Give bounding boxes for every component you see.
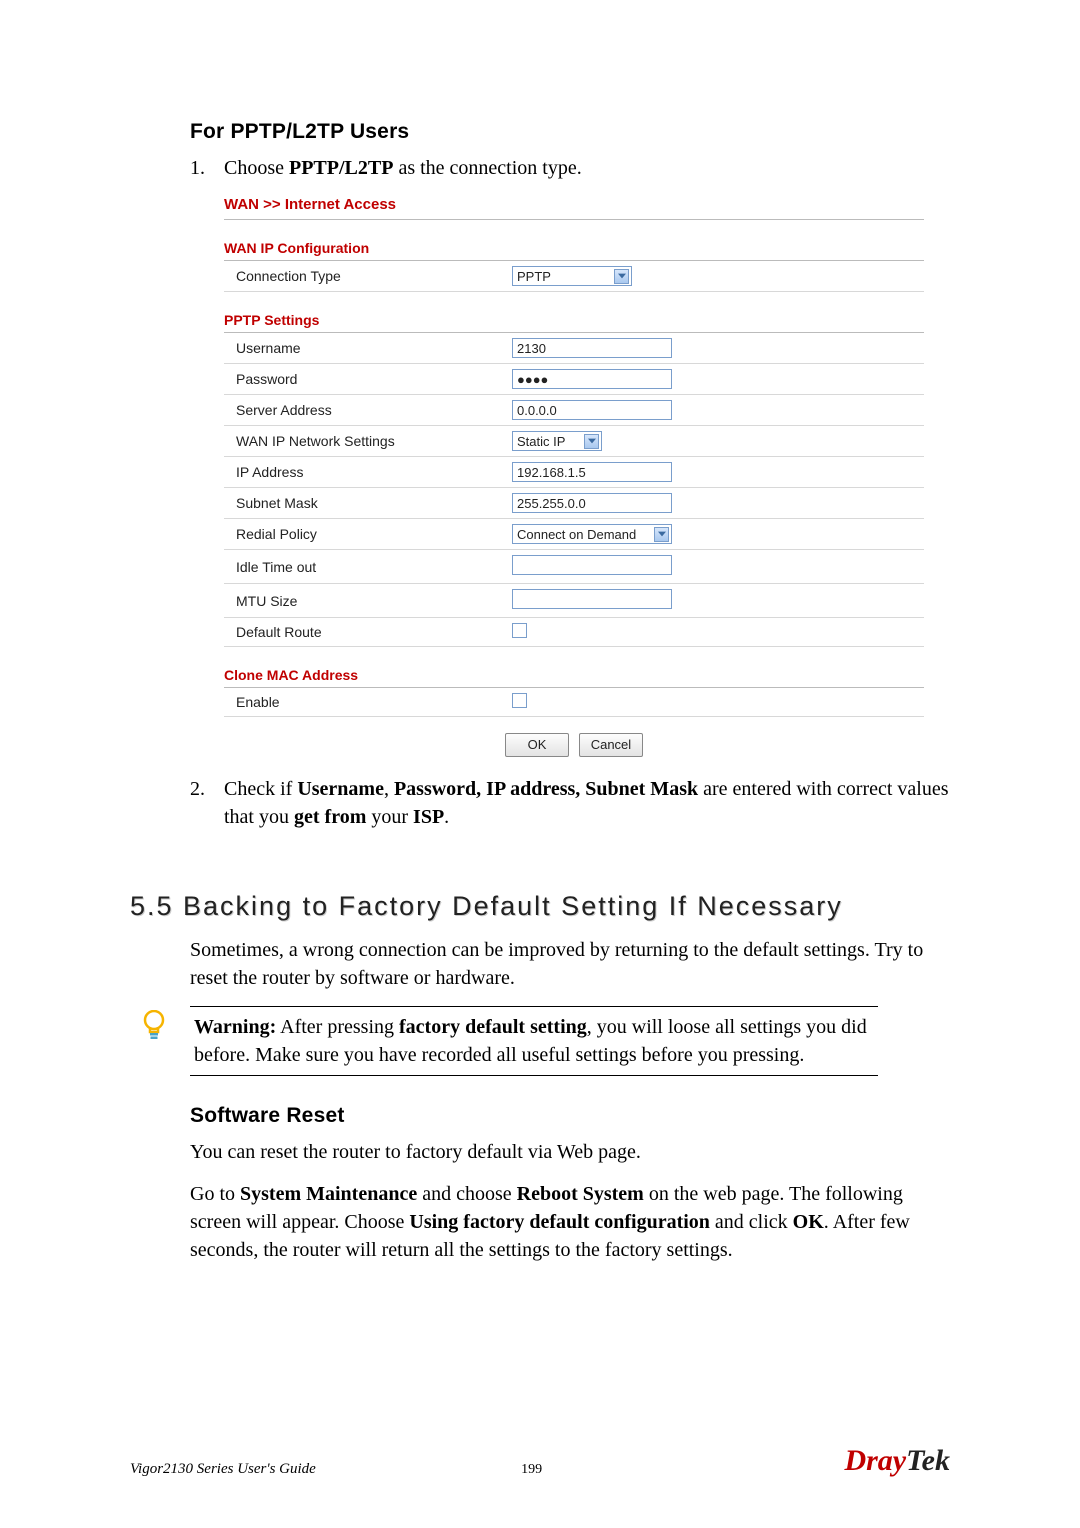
step-number: 1. <box>190 154 224 182</box>
cancel-button[interactable]: Cancel <box>579 733 643 757</box>
step-text: Choose PPTP/L2TP as the connection type. <box>224 154 950 182</box>
section-5-5-body: Sometimes, a wrong connection can be imp… <box>190 936 950 1264</box>
label-wan-ip-settings: WAN IP Network Settings <box>224 426 504 457</box>
section-wan-ip-config: WAN IP Configuration <box>224 240 924 258</box>
steps-list-2: 2. Check if Username, Password, IP addre… <box>190 775 950 831</box>
clone-mac-table: Enable <box>224 687 924 717</box>
label-username: Username <box>224 333 504 364</box>
warning-block: Warning: After pressing factory default … <box>134 1006 950 1076</box>
page-footer: Vigor2130 Series User's Guide 199 DrayTe… <box>130 1444 950 1478</box>
button-row: OK Cancel <box>224 733 924 757</box>
label-mtu-size: MTU Size <box>224 584 504 618</box>
label-password: Password <box>224 364 504 395</box>
chevron-down-icon <box>614 269 629 284</box>
label-connection-type: Connection Type <box>224 261 504 292</box>
step-text: Check if Username, Password, IP address,… <box>224 775 950 831</box>
heading-software-reset: Software Reset <box>190 1104 950 1128</box>
chevron-down-icon <box>584 434 599 449</box>
label-server-address: Server Address <box>224 395 504 426</box>
draytek-logo: DrayTek <box>844 1444 950 1478</box>
select-connection-type[interactable]: PPTP <box>512 266 632 286</box>
checkbox-enable-clone-mac[interactable] <box>512 693 527 708</box>
software-reset-para-2: Go to System Maintenance and choose Rebo… <box>190 1180 950 1264</box>
wan-ip-table: Connection Type PPTP <box>224 260 924 292</box>
row-connection-type: Connection Type PPTP <box>224 261 924 292</box>
row-wan-ip-settings: WAN IP Network Settings Static IP <box>224 426 924 457</box>
input-idle-timeout[interactable] <box>512 555 672 575</box>
software-reset-para-1: You can reset the router to factory defa… <box>190 1138 950 1166</box>
row-username: Username 2130 <box>224 333 924 364</box>
ok-button[interactable]: OK <box>505 733 569 757</box>
row-idle-timeout: Idle Time out <box>224 550 924 584</box>
input-username[interactable]: 2130 <box>512 338 672 358</box>
label-redial-policy: Redial Policy <box>224 519 504 550</box>
section-clone-mac: Clone MAC Address <box>224 667 924 685</box>
row-default-route: Default Route <box>224 618 924 647</box>
label-enable: Enable <box>224 688 504 717</box>
steps-list: 1. Choose PPTP/L2TP as the connection ty… <box>190 154 950 182</box>
select-wan-ip-settings[interactable]: Static IP <box>512 431 602 451</box>
row-redial-policy: Redial Policy Connect on Demand <box>224 519 924 550</box>
select-redial-policy[interactable]: Connect on Demand <box>512 524 672 544</box>
page: For PPTP/L2TP Users 1. Choose PPTP/L2TP … <box>0 0 1080 1528</box>
intro-paragraph: Sometimes, a wrong connection can be imp… <box>190 936 950 992</box>
breadcrumb: WAN >> Internet Access <box>224 196 924 220</box>
label-subnet-mask: Subnet Mask <box>224 488 504 519</box>
row-password: Password ●●●● <box>224 364 924 395</box>
chevron-down-icon <box>654 527 669 542</box>
row-mtu-size: MTU Size <box>224 584 924 618</box>
row-subnet-mask: Subnet Mask 255.255.0.0 <box>224 488 924 519</box>
section-5-5: 5.5 Backing to Factory Default Setting I… <box>130 891 950 1264</box>
input-password[interactable]: ●●●● <box>512 369 672 389</box>
label-default-route: Default Route <box>224 618 504 647</box>
row-server-address: Server Address 0.0.0.0 <box>224 395 924 426</box>
label-ip-address: IP Address <box>224 457 504 488</box>
step-number: 2. <box>190 775 224 831</box>
input-mtu-size[interactable] <box>512 589 672 609</box>
step-1: 1. Choose PPTP/L2TP as the connection ty… <box>190 154 950 182</box>
page-number: 199 <box>521 1462 542 1478</box>
step-2: 2. Check if Username, Password, IP addre… <box>190 775 950 831</box>
heading-pptp-l2tp-users: For PPTP/L2TP Users <box>190 120 950 144</box>
router-ui-screenshot: WAN >> Internet Access WAN IP Configurat… <box>224 196 924 757</box>
footer-guide-title: Vigor2130 Series User's Guide <box>130 1461 316 1478</box>
label-idle-timeout: Idle Time out <box>224 550 504 584</box>
row-ip-address: IP Address 192.168.1.5 <box>224 457 924 488</box>
input-subnet-mask[interactable]: 255.255.0.0 <box>512 493 672 513</box>
content-body: For PPTP/L2TP Users 1. Choose PPTP/L2TP … <box>190 120 950 831</box>
pptp-settings-table: Username 2130 Password ●●●● Server Addre… <box>224 332 924 647</box>
heading-5-5: 5.5 Backing to Factory Default Setting I… <box>130 891 950 922</box>
input-ip-address[interactable]: 192.168.1.5 <box>512 462 672 482</box>
checkbox-default-route[interactable] <box>512 623 527 638</box>
input-server-address[interactable]: 0.0.0.0 <box>512 400 672 420</box>
lightbulb-icon <box>134 1006 174 1042</box>
section-pptp-settings: PPTP Settings <box>224 312 924 330</box>
row-enable: Enable <box>224 688 924 717</box>
warning-text: Warning: After pressing factory default … <box>190 1006 878 1076</box>
